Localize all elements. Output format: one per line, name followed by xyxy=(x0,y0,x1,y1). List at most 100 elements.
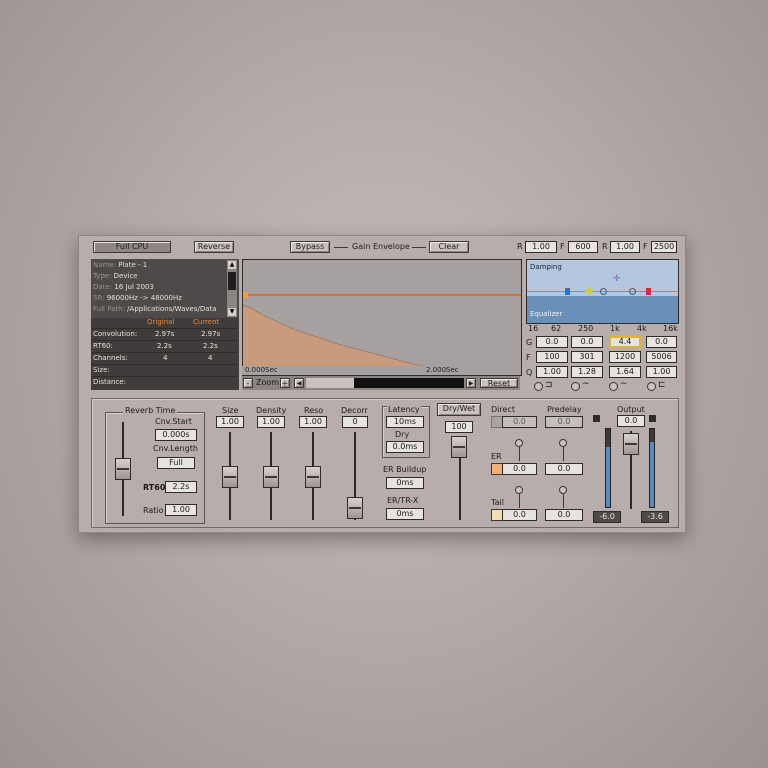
gain-envelope-graph[interactable] xyxy=(242,259,522,376)
damping-r-field[interactable]: 1.00 xyxy=(525,241,557,253)
ratio-field[interactable]: 1.00 xyxy=(165,504,197,516)
dry-latency-field[interactable]: 0.0ms xyxy=(386,441,424,453)
info-sr-value: 96000Hz -> 48000Hz xyxy=(106,294,182,302)
damping-r-label: R xyxy=(517,242,523,251)
eq-gain-field-1[interactable]: 0.0 xyxy=(536,336,568,348)
size-fader[interactable] xyxy=(222,466,238,488)
info-path-row: Full Path: /Applications/Waves/Data xyxy=(93,305,225,313)
highshelf-radio[interactable] xyxy=(647,382,656,391)
zoom-bar: - Zoom + ◀ ▶ Reset xyxy=(242,376,520,390)
graph-time-ruler: 0.000Sec 2.000Sec xyxy=(242,366,520,375)
scroll-down-icon[interactable]: ▼ xyxy=(228,308,236,316)
zoom-plus-button[interactable]: + xyxy=(280,378,290,388)
damping-f-field[interactable]: 600 xyxy=(568,241,598,253)
dry-wet-field[interactable]: 100 xyxy=(445,421,473,433)
eq-freq-field-1[interactable]: 100 xyxy=(536,351,568,363)
er-predelay-field[interactable]: 0.0 xyxy=(545,463,583,475)
clear-button[interactable]: Clear xyxy=(429,241,469,253)
table-row-label: RT60: xyxy=(93,342,113,350)
damping-label: Damping xyxy=(530,263,562,271)
scroll-left-icon[interactable]: ◀ xyxy=(294,378,304,388)
divider-line xyxy=(334,247,348,248)
eq-gain-field-4[interactable]: 0.0 xyxy=(646,336,677,348)
ertr-field[interactable]: 0ms xyxy=(386,508,424,520)
damping-handle-red[interactable] xyxy=(646,288,651,295)
er-label: ER xyxy=(491,452,502,461)
reverse-button[interactable]: Reverse xyxy=(194,241,234,253)
time-end-label: 2.000Sec xyxy=(426,366,459,374)
timeline-scrollbar[interactable] xyxy=(306,378,464,388)
info-path-value: /Applications/Waves/Data xyxy=(127,305,217,313)
full-cpu-button[interactable]: Full CPU xyxy=(93,241,171,253)
damping-handle-blue[interactable] xyxy=(565,288,570,295)
eq-freq-label: 1k xyxy=(610,324,620,333)
eq-q-field-2[interactable]: 1.28 xyxy=(571,366,603,378)
table-row: Distance: xyxy=(91,376,237,388)
size-field[interactable]: 1.00 xyxy=(216,416,244,428)
dry-wet-label[interactable]: Dry/Wet xyxy=(437,403,481,416)
info-scrollbar[interactable]: ▲ ▼ xyxy=(227,260,237,317)
bypass-button[interactable]: Bypass xyxy=(290,241,330,253)
eq-q-field-1[interactable]: 1.00 xyxy=(536,366,568,378)
er-buildup-field[interactable]: 0ms xyxy=(386,477,424,489)
eq-freq-field-2[interactable]: 301 xyxy=(571,351,603,363)
zoom-minus-button[interactable]: - xyxy=(243,378,253,388)
eq-q-field-4[interactable]: 1.00 xyxy=(646,366,677,378)
tail-predelay-field[interactable]: 0.0 xyxy=(545,509,583,521)
scrollbar-thumb[interactable] xyxy=(228,272,236,290)
rt60-fader[interactable] xyxy=(115,458,131,480)
info-date-key: Date: xyxy=(93,283,113,291)
density-field[interactable]: 1.00 xyxy=(257,416,285,428)
damping-handle-circle[interactable] xyxy=(629,288,636,295)
scroll-up-icon[interactable]: ▲ xyxy=(228,261,236,269)
clip-indicator-right[interactable] xyxy=(649,415,656,422)
direct-field[interactable]: 0.0 xyxy=(502,416,537,428)
envelope-handle[interactable] xyxy=(243,292,248,298)
direct-predelay-field[interactable]: 0.0 xyxy=(545,416,583,428)
latency-field[interactable]: 10ms xyxy=(386,416,424,428)
cnv-start-field[interactable]: 0.000s xyxy=(155,429,197,441)
scroll-right-icon[interactable]: ▶ xyxy=(466,378,476,388)
clip-indicator-left[interactable] xyxy=(593,415,600,422)
output-fader[interactable] xyxy=(623,433,639,455)
link-node xyxy=(559,486,567,494)
rt60-field[interactable]: 2.2s xyxy=(165,481,197,493)
reso-fader[interactable] xyxy=(305,466,321,488)
reso-field[interactable]: 1.00 xyxy=(299,416,327,428)
eq-freq-field-3[interactable]: 1200 xyxy=(609,351,641,363)
table-row-original: 2.97s xyxy=(155,330,175,338)
damping-handle-circle[interactable] xyxy=(600,288,607,295)
reverb-time-title: Reverb Time xyxy=(123,406,178,415)
eq-peak-handle-icon[interactable]: ✛ xyxy=(613,275,621,284)
eq-q-field-3[interactable]: 1.64 xyxy=(609,366,641,378)
cnv-length-field[interactable]: Full xyxy=(157,457,195,469)
table-row-current: 2.97s xyxy=(201,330,221,338)
density-fader[interactable] xyxy=(263,466,279,488)
eq-gain-field-3[interactable]: 4.4 xyxy=(609,336,641,348)
decorr-field[interactable]: 0 xyxy=(342,416,368,428)
timeline-thumb[interactable] xyxy=(306,378,354,388)
equalizer-display[interactable]: Damping ✛ Equalizer xyxy=(526,259,679,324)
eq-gain-field-2[interactable]: 0.0 xyxy=(571,336,603,348)
bell-radio-2[interactable] xyxy=(609,382,618,391)
predelay-label: Predelay xyxy=(547,405,582,414)
bell-radio-1[interactable] xyxy=(571,382,580,391)
dry-wet-fader[interactable] xyxy=(451,436,467,458)
eq-freq-label: 250 xyxy=(578,324,594,333)
eq-freq-field-4[interactable]: 5006 xyxy=(646,351,677,363)
output-field[interactable]: 0.0 xyxy=(617,415,645,427)
damping-r2-field[interactable]: 1.00 xyxy=(610,241,640,253)
reset-button[interactable]: Reset xyxy=(480,378,518,388)
tail-field[interactable]: 0.0 xyxy=(502,509,537,521)
time-start-label: 0.000Sec xyxy=(245,366,278,374)
damping-f2-field[interactable]: 2500 xyxy=(651,241,677,253)
bell-icon: ∼ xyxy=(582,379,590,389)
direct-label: Direct xyxy=(491,405,515,414)
divider-line xyxy=(412,247,426,248)
lowshelf-radio[interactable] xyxy=(534,382,543,391)
equalizer-label: Equalizer xyxy=(530,310,563,318)
er-field[interactable]: 0.0 xyxy=(502,463,537,475)
table-row-original: 4 xyxy=(163,354,168,362)
tail-label: Tail xyxy=(491,498,504,507)
decorr-fader[interactable] xyxy=(347,497,363,519)
